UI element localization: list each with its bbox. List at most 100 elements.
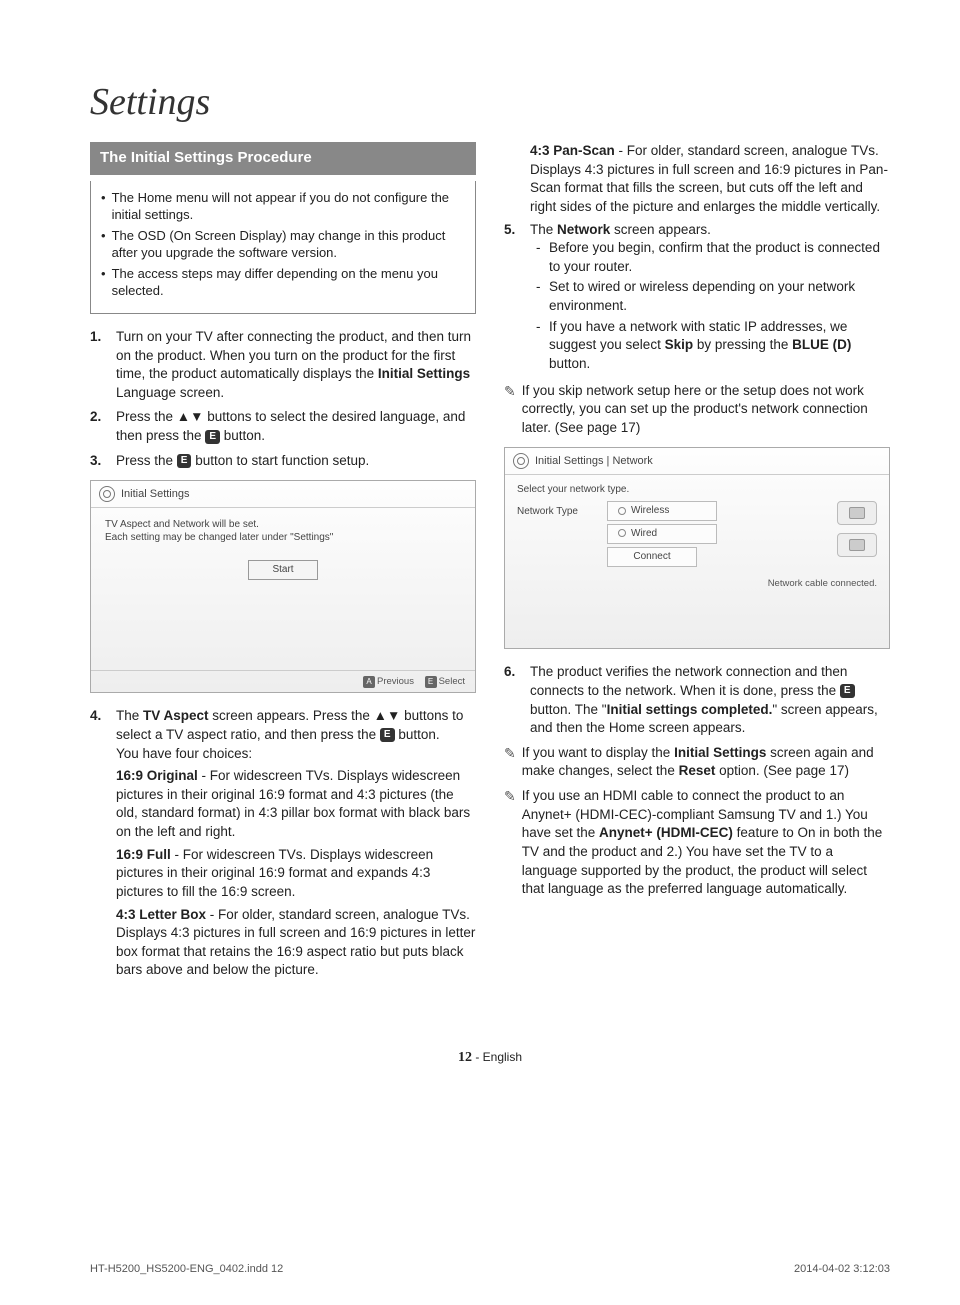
t: button. (395, 727, 440, 742)
t: option. (See page 17) (715, 763, 849, 778)
left-column: The Initial Settings Procedure The Home … (90, 142, 476, 990)
info-bullet: The access steps may differ depending on… (101, 265, 465, 300)
osd-body: Select your network type. Network Type W… (505, 475, 889, 648)
step-text: The Network screen appears. Before you b… (530, 221, 890, 376)
step-number: 1. (90, 328, 116, 403)
t: Each setting may be changed later under … (105, 531, 461, 544)
t-bold: Skip (665, 337, 694, 352)
t: by pressing the (693, 337, 792, 352)
step-number: 6. (504, 663, 530, 738)
t: button. The " (530, 702, 607, 717)
start-button[interactable]: Start (248, 560, 318, 580)
t-bold: Anynet+ (HDMI-CEC) (599, 825, 733, 840)
info-bullet: The OSD (On Screen Display) may change i… (101, 227, 465, 262)
option-wired[interactable]: Wired (607, 524, 717, 544)
enter-icon (840, 684, 855, 698)
t: button. (220, 428, 265, 443)
osd-note: TV Aspect and Network will be set. Each … (105, 518, 461, 544)
network-options: Wireless Wired Connect (607, 501, 757, 569)
network-status: Network cable connected. (517, 577, 877, 590)
t: If you skip network setup here or the se… (522, 382, 890, 438)
sub-item: Before you begin, confirm that the produ… (536, 239, 890, 276)
enter-icon (380, 728, 395, 742)
t: Previous (377, 676, 414, 687)
t: screen appears. (610, 222, 711, 237)
t: If you have a network with static IP add… (549, 318, 890, 374)
t-bold: Initial Settings (674, 745, 766, 760)
step-4: 4. The TV Aspect screen appears. Press t… (90, 707, 476, 984)
osd-subtitle: Select your network type. (517, 483, 877, 497)
print-file: HT-H5200_HS5200-ENG_0402.indd 12 (90, 1263, 283, 1275)
t: Press the (116, 453, 177, 468)
step-3: 3. Press the button to start function se… (90, 452, 476, 471)
info-text: The OSD (On Screen Display) may change i… (112, 227, 465, 262)
note-item: If you want to display the Initial Setti… (504, 744, 890, 781)
gear-icon (513, 453, 529, 469)
page-container: Settings The Initial Settings Procedure … (0, 0, 960, 1305)
page-footer: 12 - English (90, 1050, 890, 1066)
info-text: The access steps may differ depending on… (112, 265, 465, 300)
osd-titlebar: Initial Settings (91, 481, 475, 508)
jack-icon (837, 501, 877, 525)
t: The (530, 222, 557, 237)
section-heading: The Initial Settings Procedure (90, 142, 476, 175)
step-5: 5. The Network screen appears. Before yo… (504, 221, 890, 376)
note-item: If you skip network setup here or the se… (504, 382, 890, 438)
osd-body: TV Aspect and Network will be set. Each … (91, 508, 475, 670)
t: If you want to display the Initial Setti… (522, 744, 890, 781)
t-bold: BLUE (D) (792, 337, 851, 352)
osd-network: Initial Settings | Network Select your n… (504, 447, 890, 649)
step-text: The TV Aspect screen appears. Press the … (116, 707, 476, 984)
two-column-layout: The Initial Settings Procedure The Home … (90, 142, 890, 990)
sub-item: If you have a network with static IP add… (536, 318, 890, 374)
t: The product verifies the network connect… (530, 664, 847, 698)
info-box: The Home menu will not appear if you do … (90, 181, 476, 314)
network-row: Network Type Wireless Wired Connect (517, 501, 877, 571)
network-type-label: Network Type (517, 501, 607, 519)
step-text: Press the button to start function setup… (116, 452, 476, 471)
t-bold: 16:9 Full (116, 847, 171, 862)
osd-titlebar: Initial Settings | Network (505, 448, 889, 475)
t-bold: Reset (679, 763, 716, 778)
t: If you use an HDMI cable to connect the … (522, 787, 890, 899)
t: button to start function setup. (191, 453, 369, 468)
step-text: Press the ▲▼ buttons to select the desir… (116, 408, 476, 445)
t-bold: Initial settings completed. (607, 702, 773, 717)
page-title: Settings (90, 80, 890, 124)
t-bold: Network (557, 222, 610, 237)
t-bold: 4:3 Letter Box (116, 907, 206, 922)
step-number: 3. (90, 452, 116, 471)
step-1: 1. Turn on your TV after connecting the … (90, 328, 476, 403)
step-text: The product verifies the network connect… (530, 663, 890, 738)
osd-title: Initial Settings | Network (535, 454, 653, 469)
option-wireless[interactable]: Wireless (607, 501, 717, 521)
gear-icon (99, 486, 115, 502)
enter-icon (177, 454, 192, 468)
t: Press the ▲▼ buttons to select the desir… (116, 409, 465, 443)
t-bold: 4:3 Pan-Scan (530, 143, 615, 158)
step-2: 2. Press the ▲▼ buttons to select the de… (90, 408, 476, 445)
network-jack-illustration (757, 501, 877, 571)
right-column: 4:3 Pan-Scan - For older, standard scree… (504, 142, 890, 990)
osd-initial-settings: Initial Settings TV Aspect and Network w… (90, 480, 476, 693)
key-a-icon: A (363, 676, 375, 688)
t-bold: Initial Settings (378, 366, 470, 381)
step-6: 6. The product verifies the network conn… (504, 663, 890, 738)
info-bullet: The Home menu will not appear if you do … (101, 189, 465, 224)
print-footer: HT-H5200_HS5200-ENG_0402.indd 12 2014-04… (0, 1263, 960, 1305)
step-4-continued: 4:3 Pan-Scan - For older, standard scree… (530, 142, 890, 217)
t: button. (549, 356, 590, 371)
jack-icon (837, 533, 877, 557)
step-text: Turn on your TV after connecting the pro… (116, 328, 476, 403)
step-number: 5. (504, 221, 530, 376)
osd-title: Initial Settings (121, 487, 189, 502)
sub-item: Set to wired or wireless depending on yo… (536, 278, 890, 315)
page-lang: - English (472, 1050, 522, 1064)
t-bold: TV Aspect (143, 708, 209, 723)
info-text: The Home menu will not appear if you do … (112, 189, 465, 224)
step-number: 2. (90, 408, 116, 445)
t: You have four choices: (116, 745, 476, 764)
t: If you want to display the (522, 745, 674, 760)
t: Before you begin, confirm that the produ… (549, 239, 890, 276)
connect-button[interactable]: Connect (607, 547, 697, 567)
